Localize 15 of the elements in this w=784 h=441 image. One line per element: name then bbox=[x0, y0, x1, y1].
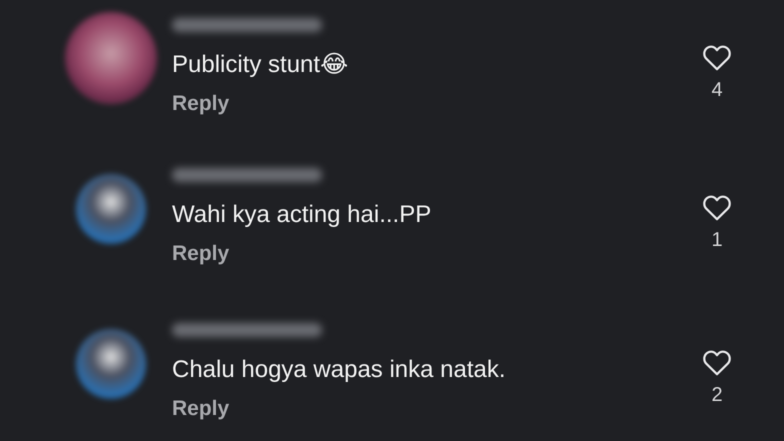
comment-text: Wahi kya acting hai...PP bbox=[172, 200, 432, 230]
avatar[interactable] bbox=[76, 174, 146, 244]
heart-icon[interactable] bbox=[702, 44, 732, 71]
reply-button[interactable]: Reply bbox=[172, 397, 230, 421]
reply-button[interactable]: Reply bbox=[172, 92, 230, 116]
heart-icon[interactable] bbox=[702, 194, 732, 221]
like-count: 1 bbox=[711, 229, 723, 252]
reply-button[interactable]: Reply bbox=[172, 242, 230, 266]
like-count: 2 bbox=[711, 384, 723, 407]
avatar[interactable] bbox=[65, 12, 157, 104]
comment-text: Chalu hogya wapas inka natak. bbox=[172, 355, 507, 385]
like-count: 4 bbox=[711, 79, 723, 102]
heart-icon[interactable] bbox=[702, 349, 732, 376]
avatar[interactable] bbox=[76, 329, 146, 399]
comment-text: Publicity stunt😂 bbox=[172, 50, 350, 80]
